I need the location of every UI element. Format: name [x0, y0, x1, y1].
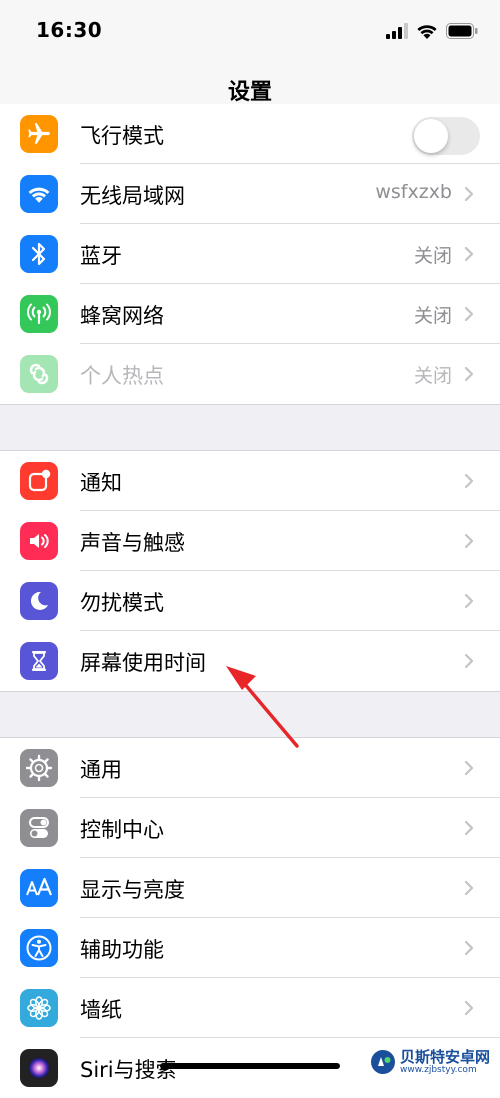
- battery-icon: [446, 23, 478, 39]
- toggles-icon: [20, 809, 58, 847]
- settings-row-label: Siri与搜索: [80, 1058, 177, 1082]
- chevron-right-icon: [464, 653, 474, 669]
- chevron-right-icon: [464, 473, 474, 489]
- settings-row-label: 勿扰模式: [80, 591, 164, 615]
- speaker-icon: [20, 522, 58, 560]
- watermark-name: 贝斯特安卓网: [399, 1048, 490, 1066]
- bluetooth-icon: [20, 235, 58, 273]
- chevron-right-icon: [464, 820, 474, 836]
- chevron-right-icon: [464, 186, 474, 202]
- watermark-logo-icon: [370, 1050, 395, 1074]
- settings-row-wallpaper[interactable]: 墙纸: [0, 978, 500, 1038]
- chevron-right-icon: [464, 760, 474, 776]
- toggle-knob: [414, 119, 448, 153]
- chevron-right-icon: [464, 940, 474, 956]
- bluetooth-status-value: 关闭: [413, 245, 452, 267]
- cellular-status-value: 关闭: [413, 305, 452, 327]
- settings-row-label: 蜂窝网络: [80, 304, 164, 328]
- settings-row-wifi[interactable]: 无线局域网 wsfxzxb: [0, 164, 500, 224]
- siri-icon: [20, 1049, 58, 1087]
- settings-row-label: 飞行模式: [80, 124, 164, 148]
- chevron-right-icon: [464, 593, 474, 609]
- flower-icon: [20, 989, 58, 1027]
- settings-row-label: 蓝牙: [80, 244, 122, 268]
- wifi-status-icon: [417, 25, 437, 39]
- settings-row-general[interactable]: 通用: [0, 738, 500, 798]
- home-indicator: [160, 1063, 340, 1069]
- settings-row-label: 控制中心: [80, 818, 164, 842]
- settings-row-label: 无线局域网: [80, 184, 185, 208]
- settings-group-connectivity: 飞行模式 无线局域网 wsfxzxb 蓝牙 关闭 蜂窝网络 关闭 个人热点 关闭: [0, 104, 500, 405]
- settings-row-label: 通用: [80, 758, 122, 782]
- hotspot-icon: [20, 355, 58, 393]
- watermark-url: www.zjbstyy.com: [399, 1065, 477, 1075]
- signal-icon: [386, 23, 408, 39]
- airplane-mode-toggle[interactable]: [412, 117, 480, 155]
- hotspot-status-value: 关闭: [413, 365, 452, 387]
- settings-row-label: 辅助功能: [80, 938, 164, 962]
- chevron-right-icon: [464, 1000, 474, 1016]
- watermark: 贝斯特安卓网 www.zjbstyy.com: [365, 1047, 494, 1077]
- settings-group-notifications: 通知 声音与触感 勿扰模式 屏幕使用时间: [0, 450, 500, 692]
- notification-icon: [20, 462, 58, 500]
- settings-group-general: 通用 控制中心 显示与亮度 辅助功能 墙纸 Siri与搜索: [0, 737, 500, 1098]
- status-bar: 16:30: [0, 0, 500, 62]
- settings-row-label: 声音与触感: [80, 531, 185, 555]
- settings-row-control-center[interactable]: 控制中心: [0, 798, 500, 858]
- settings-row-do-not-disturb[interactable]: 勿扰模式: [0, 571, 500, 631]
- status-time: 16:30: [36, 18, 103, 42]
- settings-row-label: 墙纸: [80, 998, 122, 1022]
- chevron-right-icon: [464, 306, 474, 322]
- settings-row-display-brightness[interactable]: 显示与亮度: [0, 858, 500, 918]
- chevron-right-icon: [464, 533, 474, 549]
- page-title: 设置: [227, 80, 272, 105]
- settings-row-label: 显示与亮度: [80, 878, 185, 902]
- hourglass-icon: [20, 642, 58, 680]
- gear-icon: [20, 749, 58, 787]
- settings-row-label: 个人热点: [80, 364, 164, 388]
- settings-row-label: 屏幕使用时间: [80, 651, 206, 675]
- moon-icon: [20, 582, 58, 620]
- chevron-right-icon: [464, 246, 474, 262]
- settings-row-personal-hotspot[interactable]: 个人热点 关闭: [0, 344, 500, 404]
- chevron-right-icon: [464, 880, 474, 896]
- text-size-icon: [20, 869, 58, 907]
- settings-row-label: 通知: [80, 471, 122, 495]
- settings-row-sounds-haptics[interactable]: 声音与触感: [0, 511, 500, 571]
- antenna-icon: [20, 295, 58, 333]
- wifi-network-value: wsfxzxb: [375, 181, 452, 203]
- chevron-right-icon: [464, 366, 474, 382]
- status-icons: [386, 20, 478, 42]
- settings-row-cellular[interactable]: 蜂窝网络 关闭: [0, 284, 500, 344]
- settings-row-bluetooth[interactable]: 蓝牙 关闭: [0, 224, 500, 284]
- settings-row-screen-time[interactable]: 屏幕使用时间: [0, 631, 500, 691]
- airplane-icon: [20, 115, 58, 153]
- settings-row-notifications[interactable]: 通知: [0, 451, 500, 511]
- settings-row-airplane-mode[interactable]: 飞行模式: [0, 104, 500, 164]
- wifi-icon: [20, 175, 58, 213]
- settings-row-accessibility[interactable]: 辅助功能: [0, 918, 500, 978]
- accessibility-icon: [20, 929, 58, 967]
